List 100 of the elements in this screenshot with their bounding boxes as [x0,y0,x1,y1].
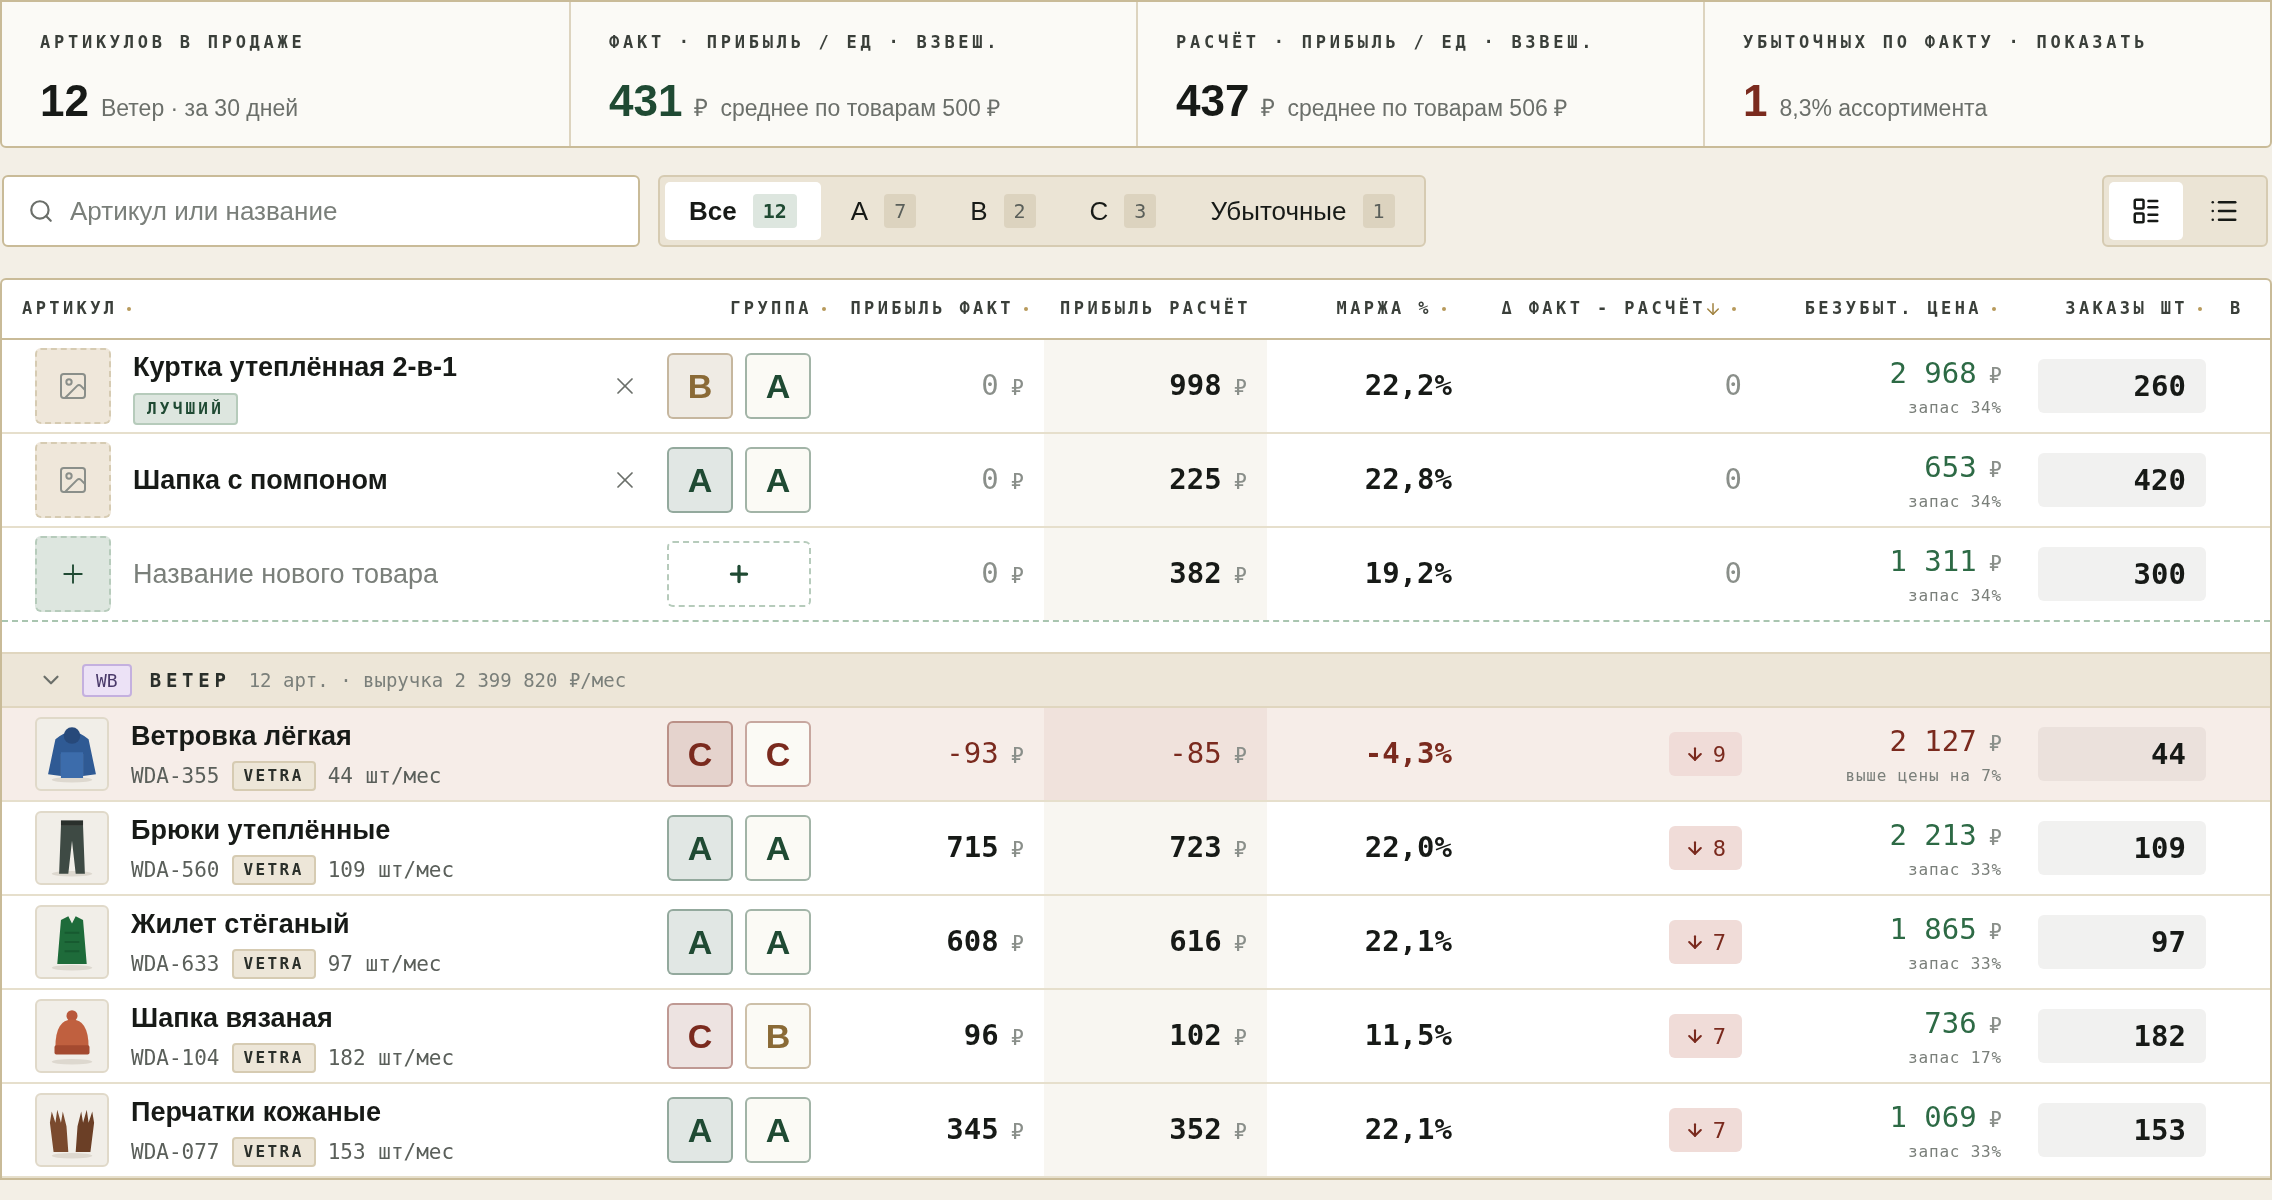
amount: 345 [946,1111,999,1149]
column-header[interactable]: В [2230,296,2244,322]
column-header[interactable]: ПРИБЫЛЬ РАСЧЁТ [1060,296,1251,322]
brand-tag: VETRA [231,949,316,980]
amount: 225 [1169,461,1222,499]
margin-value: 22,1% [1364,923,1452,961]
stat-label: ФАКТ · ПРИБЫЛЬ / ЕД · ВЗВЕШ. [609,31,1002,54]
column-header[interactable]: ГРУППА [730,296,826,322]
marketplace-badge: WB [82,663,132,697]
column-header[interactable]: Δ ФАКТ - РАСЧЁТ [1501,296,1736,322]
currency: ₽ [1988,918,2002,947]
currency: ₽ [1233,374,1247,403]
sku: WDA-077 [131,1138,220,1166]
orders-field[interactable]: 260 [2038,359,2206,413]
amount: 2 968 [1889,355,1977,393]
stat-value: 12 [40,74,89,127]
stat-note: 8,3% ассортимента [1779,93,1988,123]
sales-rate: 44 шт/мес [327,762,442,790]
search-box[interactable]: Артикул или название [2,175,640,247]
currency: ₽ [1233,562,1247,591]
delta-value: 0 [1724,555,1742,593]
search-field[interactable]: Артикул или название [70,191,614,231]
group-badge[interactable]: А [745,353,811,419]
orders-field[interactable]: 109 [2038,821,2206,875]
currency: ₽ [1233,1118,1247,1147]
group-badge[interactable]: А [667,1097,733,1163]
stat-label: АРТИКУЛОВ В ПРОДАЖЕ [40,31,307,54]
group-badge[interactable]: С [745,721,811,787]
sales-rate: 153 шт/мес [327,1138,455,1166]
margin-value: 22,1% [1364,1111,1452,1149]
group-badge[interactable]: А [745,447,811,513]
filter-tab[interactable]: В 2 [946,182,1060,240]
currency: ₽ [1988,1012,2002,1041]
breakeven-note: запас 33% [1908,1140,2002,1163]
card-view-button[interactable] [2109,182,2183,240]
column-header[interactable]: ЗАКАЗЫ ШТ [2065,296,2202,322]
breakeven-note: запас 34% [1908,490,2002,513]
amount: 653 [1924,449,1977,487]
currency: ₽ [1988,456,2002,485]
stat-note: Ветер · за 30 дней [100,93,299,123]
stat-note: среднее по товарам 500 ₽ [720,93,1001,123]
group-badge[interactable]: В [745,1003,811,1069]
amount: 102 [1169,1017,1222,1055]
amount: 1 865 [1889,911,1977,949]
column-header[interactable]: АРТИКУЛ [22,296,132,322]
amount: 608 [946,923,999,961]
breakeven-note: запас 33% [1908,952,2002,975]
orders-field[interactable]: 44 [2038,727,2206,781]
column-header[interactable]: МАРЖА % [1336,296,1446,322]
stat-label[interactable]: УБЫТОЧНЫХ ПО ФАКТУ · ПОКАЗАТЬ [1743,30,2232,56]
amount: -85 [1169,735,1222,773]
amount: 0 [981,555,999,593]
group-badge[interactable]: С [667,1003,733,1069]
product-name: Жилет стёганый [131,908,351,941]
brand-tag: VETRA [231,761,316,792]
amount: 0 [981,367,999,405]
orders-field[interactable]: 97 [2038,915,2206,969]
stat-note: среднее по товарам 506 ₽ [1287,93,1568,123]
margin-value: 22,0% [1364,829,1452,867]
orders-field[interactable]: 153 [2038,1103,2206,1157]
filter-tab[interactable]: А 7 [826,182,941,240]
amount: 1 311 [1889,543,1977,581]
filter-tab[interactable]: С 3 [1065,182,1181,240]
group-badge[interactable]: С [667,721,733,787]
currency: ₽ [1010,468,1024,497]
group-badge[interactable]: А [667,815,733,881]
margin-value: 22,2% [1364,367,1452,405]
name-input[interactable]: Название нового товара [133,553,573,595]
sku: WDA-560 [131,856,220,884]
column-header[interactable]: БЕЗУБЫТ. ЦЕНА [1804,296,1996,322]
group-badge[interactable]: В [667,353,733,419]
orders-field[interactable]: 420 [2038,453,2206,507]
group-badge[interactable]: А [745,909,811,975]
group-badge[interactable]: А [745,1097,811,1163]
delta-badge: 9 [1668,732,1742,776]
orders-field[interactable]: 300 [2038,547,2206,601]
stat-value: 1 [1743,74,1768,127]
amount: 0 [981,461,999,499]
currency: ₽ [694,92,709,123]
amount: 998 [1169,367,1222,405]
orders-field[interactable]: 182 [2038,1009,2206,1063]
delta-badge: 7 [1668,920,1742,964]
delta-value: 0 [1724,367,1742,405]
margin-value: -4,3% [1364,735,1452,773]
filter-tab[interactable]: Все 12 [665,182,821,240]
group-badge[interactable]: А [667,909,733,975]
amount: 382 [1169,555,1222,593]
sku: WDA-104 [131,1044,220,1072]
currency: ₽ [1233,468,1247,497]
margin-value: 19,2% [1364,555,1452,593]
currency: ₽ [1988,550,2002,579]
currency: ₽ [1233,930,1247,959]
image-placeholder[interactable] [35,348,111,424]
amount: 2 127 [1889,723,1977,761]
group-badge[interactable]: А [745,815,811,881]
filter-tab[interactable]: Убыточные 1 [1186,182,1419,240]
image-placeholder[interactable] [35,442,111,518]
group-badge[interactable]: А [667,447,733,513]
currency: ₽ [1010,742,1024,771]
column-header[interactable]: ПРИБЫЛЬ ФАКТ [850,296,1028,322]
